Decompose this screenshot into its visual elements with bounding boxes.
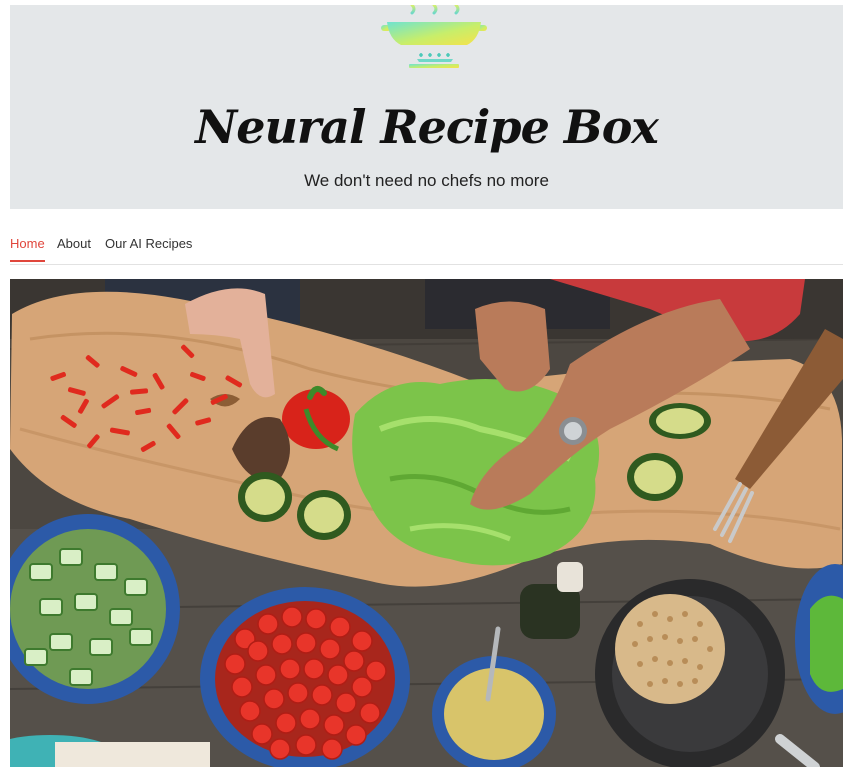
site-title: Neural Recipe Box bbox=[195, 100, 659, 154]
hero-image bbox=[10, 279, 843, 767]
main-nav: Home About Our AI Recipes bbox=[10, 231, 843, 265]
hands-chopping-vegetables-photo bbox=[10, 279, 843, 767]
nav-item-about[interactable]: About bbox=[57, 236, 91, 260]
site-tagline: We don't need no chefs no more bbox=[304, 171, 549, 190]
steaming-pot-icon bbox=[381, 5, 487, 68]
nav-item-our-ai-recipes[interactable]: Our AI Recipes bbox=[105, 236, 192, 260]
site-header: Neural Recipe Box We don't need no chefs… bbox=[10, 5, 843, 209]
nav-item-home[interactable]: Home bbox=[10, 236, 45, 262]
